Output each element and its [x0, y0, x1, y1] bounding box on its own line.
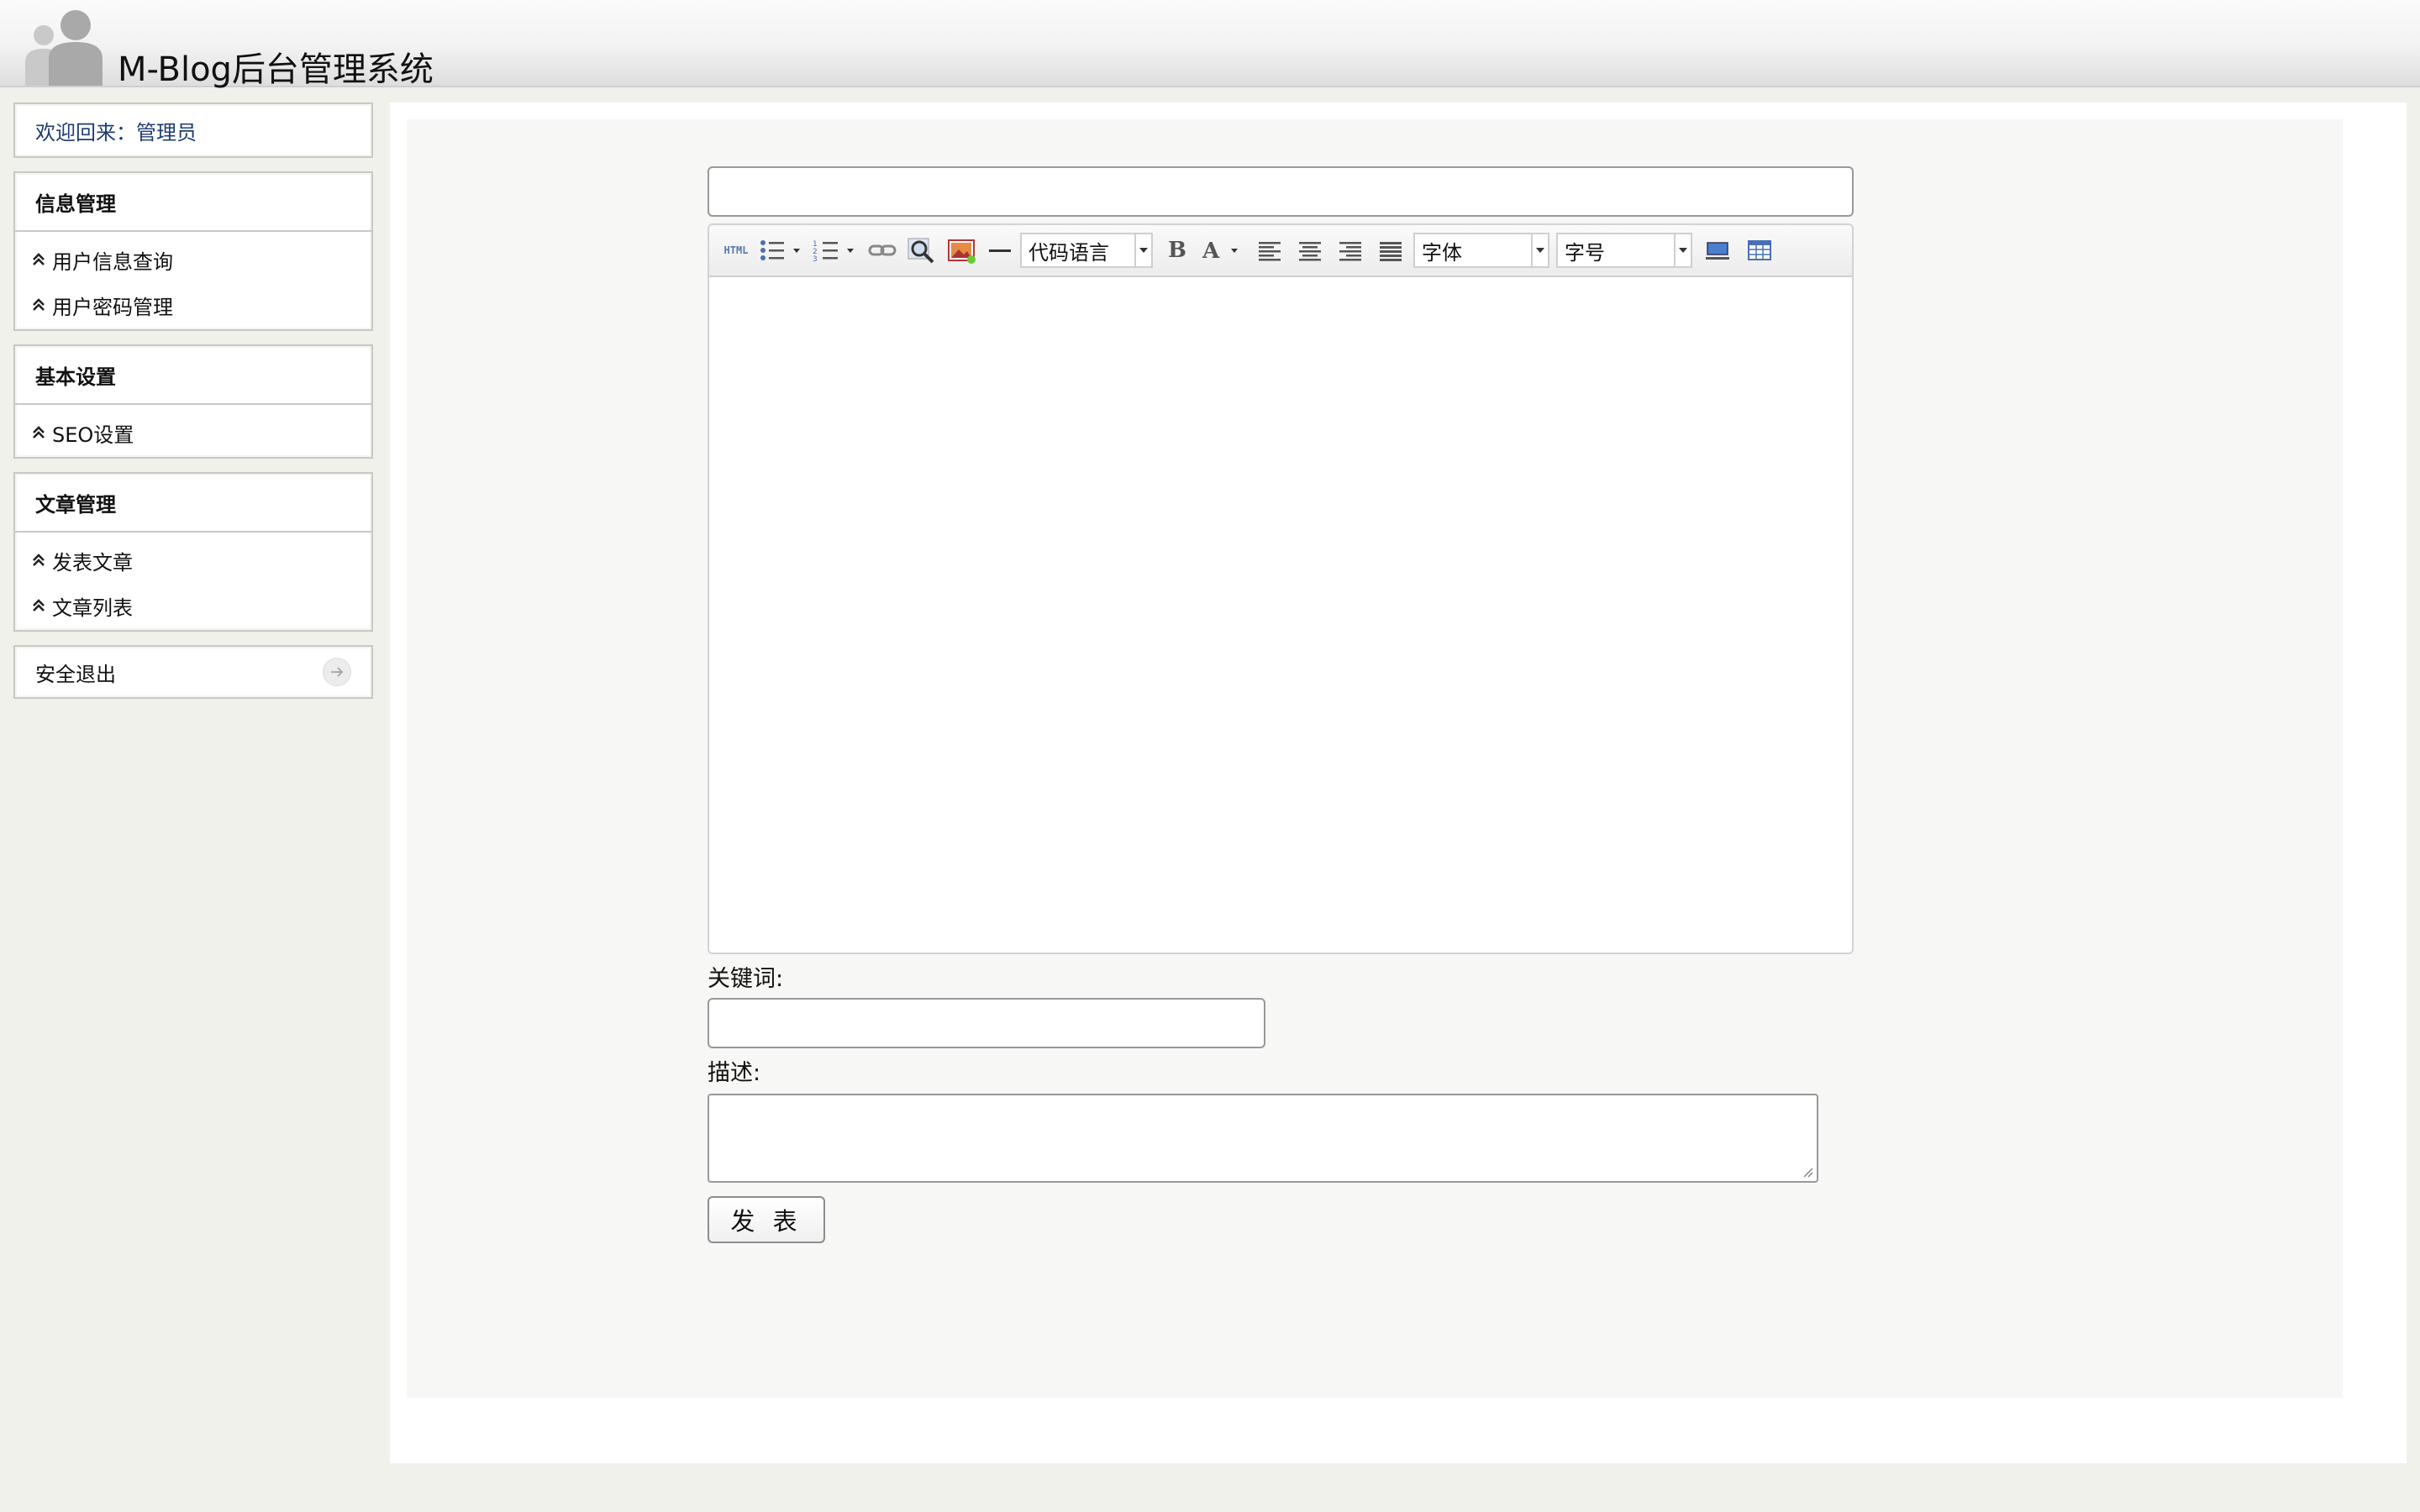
sidebar-item-user-info-query[interactable]: 用户信息查询 [15, 237, 371, 282]
align-justify-button[interactable] [1373, 233, 1408, 268]
font-size-value: 字号 [1565, 240, 1605, 265]
resize-grip-icon[interactable] [1802, 1166, 1813, 1178]
unordered-list-button[interactable] [758, 233, 807, 268]
font-family-value: 字体 [1422, 240, 1462, 265]
svg-text:3: 3 [813, 255, 818, 263]
monitor-icon [1706, 242, 1729, 260]
menu-group-title: 基本设置 [15, 346, 371, 405]
menu-group-basic-settings: 基本设置 SEO设置 [13, 344, 373, 459]
insert-link-button[interactable] [865, 233, 899, 268]
image-icon [948, 239, 976, 264]
horizontal-rule-button[interactable] [985, 233, 1015, 268]
align-right-icon [1339, 242, 1361, 261]
fullscreen-button[interactable] [1699, 233, 1736, 268]
sidebar-item-article-list[interactable]: 文章列表 [15, 583, 371, 628]
link-icon [868, 244, 897, 256]
description-label: 描述: [708, 1060, 761, 1086]
double-chevron-up-icon [33, 298, 45, 311]
sidebar-item-label: SEO设置 [52, 423, 134, 447]
users-logo-icon [25, 10, 103, 86]
svg-text:A: A [1202, 239, 1220, 263]
welcome-message: 欢迎回来：管理员 [13, 102, 373, 158]
app-header: M-Blog后台管理系统 [0, 0, 2420, 89]
keywords-input[interactable] [708, 998, 1265, 1048]
sidebar-item-label: 用户密码管理 [52, 295, 173, 319]
align-right-button[interactable] [1333, 233, 1368, 268]
main-content: HTML 1 2 3 代码语言 B A 字体 字号 关键词: 描述: 发 表 [390, 102, 2407, 1463]
sidebar-item-label: 用户信息查询 [52, 249, 173, 274]
article-form: HTML 1 2 3 代码语言 B A 字体 字号 关键词: 描述: 发 表 [708, 166, 1854, 1243]
arrow-right-icon [323, 658, 351, 686]
article-title-input[interactable] [708, 166, 1854, 217]
keywords-label: 关键词: [708, 966, 784, 992]
font-color-button[interactable]: A [1200, 233, 1247, 268]
double-chevron-up-icon [33, 599, 45, 612]
sidebar-item-user-password[interactable]: 用户密码管理 [15, 282, 371, 328]
publish-button[interactable]: 发 表 [708, 1196, 825, 1243]
table-icon [1748, 240, 1771, 260]
insert-table-button[interactable] [1741, 233, 1778, 268]
bold-button[interactable]: B [1160, 233, 1195, 268]
numbered-list-icon: 1 2 3 [813, 240, 854, 263]
align-center-button[interactable] [1292, 233, 1328, 268]
editor-content-area[interactable] [709, 277, 1852, 953]
menu-group-info: 信息管理 用户信息查询 用户密码管理 [13, 171, 373, 331]
double-chevron-up-icon [33, 426, 45, 438]
horizontal-line-icon [989, 249, 1011, 252]
preview-button[interactable] [904, 233, 939, 268]
rich-text-editor: HTML 1 2 3 代码语言 B A 字体 字号 [708, 223, 1854, 954]
font-family-select[interactable]: 字体 [1413, 233, 1549, 268]
align-left-icon [1259, 242, 1281, 261]
font-size-select[interactable]: 字号 [1556, 233, 1692, 268]
html-source-button[interactable]: HTML [719, 233, 753, 268]
sidebar-item-label: 文章列表 [52, 596, 133, 620]
bold-icon: B [1168, 238, 1186, 263]
ordered-list-button[interactable]: 1 2 3 [812, 233, 860, 268]
dropdown-arrow-icon [1674, 234, 1691, 266]
insert-image-button[interactable] [944, 233, 980, 268]
logout-button[interactable]: 安全退出 [13, 645, 373, 699]
font-color-icon: A [1202, 239, 1238, 263]
menu-group-title: 信息管理 [15, 173, 371, 232]
app-title: M-Blog后台管理系统 [118, 50, 434, 89]
align-left-button[interactable] [1252, 233, 1287, 268]
bullet-list-icon [760, 240, 800, 260]
description-textarea[interactable] [708, 1094, 1818, 1183]
double-chevron-up-icon [33, 253, 45, 265]
magnifier-icon [908, 238, 934, 264]
logout-label: 安全退出 [35, 662, 116, 686]
sidebar: 欢迎回来：管理员 信息管理 用户信息查询 用户密码管理 基本设置 SEO设置 文… [13, 102, 373, 712]
menu-group-title: 文章管理 [15, 474, 371, 533]
sidebar-item-publish-article[interactable]: 发表文章 [15, 538, 371, 583]
sidebar-item-seo-settings[interactable]: SEO设置 [15, 410, 371, 455]
html-label: HTML [723, 244, 749, 256]
code-language-value: 代码语言 [1028, 240, 1109, 265]
dropdown-arrow-icon [1134, 234, 1151, 266]
double-chevron-up-icon [33, 554, 45, 566]
menu-group-articles: 文章管理 发表文章 文章列表 [13, 472, 373, 632]
code-language-select[interactable]: 代码语言 [1020, 233, 1153, 268]
sidebar-item-label: 发表文章 [52, 550, 133, 575]
align-center-icon [1299, 242, 1321, 261]
editor-toolbar: HTML 1 2 3 代码语言 B A 字体 字号 [709, 225, 1852, 277]
dropdown-arrow-icon [1531, 234, 1548, 266]
content-panel: HTML 1 2 3 代码语言 B A 字体 字号 关键词: 描述: 发 表 [407, 119, 2343, 1398]
align-justify-icon [1380, 242, 1402, 261]
